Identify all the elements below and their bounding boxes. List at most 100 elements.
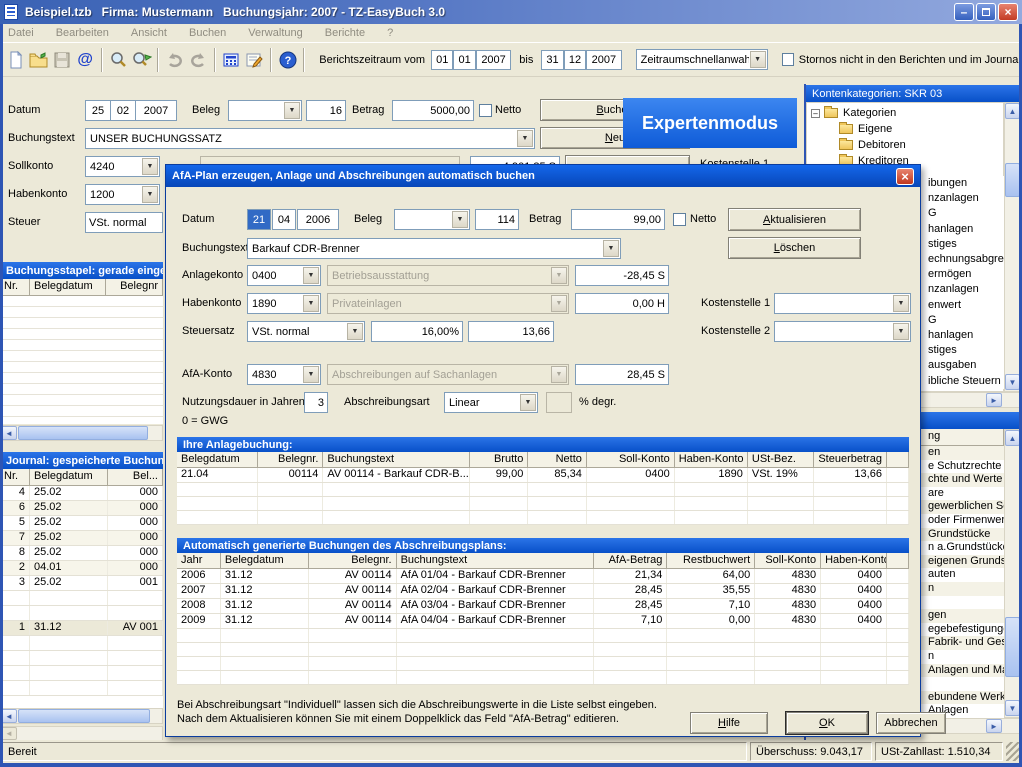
tree-item-partial[interactable]: G: [920, 313, 1004, 328]
tree-item-debitoren[interactable]: Debitoren: [839, 137, 1003, 153]
search-button[interactable]: [107, 47, 130, 72]
tree-item-partial[interactable]: G: [920, 206, 1004, 221]
resize-grip[interactable]: [1006, 742, 1020, 761]
scroll-right-icon[interactable]: ►: [986, 719, 1002, 733]
journal-col-beleg[interactable]: Bel...: [108, 469, 163, 485]
table-row[interactable]: 4 25.02 000: [0, 486, 163, 501]
menu-berichte[interactable]: Berichte: [325, 27, 365, 39]
dlg-datum-year-field[interactable]: 2006: [297, 209, 339, 230]
journal-hscrollbar[interactable]: ◄: [0, 708, 163, 724]
stack-col-belegnr[interactable]: Belegnr: [106, 279, 163, 295]
table-row-empty[interactable]: [177, 643, 909, 657]
expertenmodus-button[interactable]: Expertenmodus: [623, 98, 797, 148]
col-restbuchwert[interactable]: Restbuchwert: [667, 553, 755, 568]
dlg-buchungstext-combo[interactable]: Barkauf CDR-Brenner ▼: [247, 238, 621, 259]
beleg-combo[interactable]: ▼: [228, 100, 302, 121]
save-button[interactable]: [50, 47, 73, 72]
table-row-empty[interactable]: [177, 483, 909, 497]
afakonto-combo[interactable]: 4830 ▼: [247, 364, 321, 385]
col-steuerbetrag[interactable]: Steuerbetrag: [814, 452, 887, 467]
table-row-empty[interactable]: [0, 606, 163, 621]
table-row-empty[interactable]: [0, 651, 163, 666]
search-next-button[interactable]: [130, 47, 153, 72]
betrag-field[interactable]: 5000,00: [392, 100, 474, 121]
menu-bearbeiten[interactable]: Bearbeiten: [56, 27, 109, 39]
col-ustbez[interactable]: USt-Bez.: [748, 452, 814, 467]
period-from-month[interactable]: 01: [453, 50, 475, 70]
netto-checkbox[interactable]: [479, 104, 492, 117]
menu-datei[interactable]: Datei: [8, 27, 34, 39]
undo-button[interactable]: [163, 47, 186, 72]
tree-item-partial[interactable]: ibliche Steuern: [920, 374, 1004, 389]
beleg-nr-field[interactable]: 16: [306, 100, 346, 121]
dlg-datum-month-field[interactable]: 04: [272, 209, 296, 230]
table-row[interactable]: 2 04.01 000: [0, 561, 163, 576]
table-row-empty[interactable]: [177, 629, 909, 643]
menu-buchen[interactable]: Buchen: [189, 27, 226, 39]
menu-ansicht[interactable]: Ansicht: [131, 27, 167, 39]
accounts-vscrollbar-thumb[interactable]: [1005, 617, 1020, 677]
anlagekonto-combo[interactable]: 0400 ▼: [247, 265, 321, 286]
new-document-button[interactable]: [4, 47, 27, 72]
edit-note-button[interactable]: [243, 47, 266, 72]
close-button[interactable]: ×: [998, 3, 1018, 21]
hilfe-button[interactable]: Hilfe: [690, 712, 768, 734]
table-row-empty[interactable]: [0, 636, 163, 651]
col-habenkonto[interactable]: Haben-Konto: [821, 553, 887, 568]
tree-collapse-icon[interactable]: –: [811, 109, 820, 118]
datum-year-field[interactable]: 2007: [135, 100, 177, 121]
ok-button[interactable]: OK: [786, 712, 868, 734]
menu-verwaltung[interactable]: Verwaltung: [248, 27, 302, 39]
journal-outer-hscrollbar[interactable]: ◄: [0, 726, 163, 741]
col-sollkonto[interactable]: Soll-Konto: [755, 553, 821, 568]
tree-item-partial[interactable]: enwert: [920, 298, 1004, 313]
loeschen-button[interactable]: Löschen: [728, 237, 861, 259]
col-buchungstext[interactable]: Buchungstext: [323, 452, 469, 467]
table-row[interactable]: 2006 31.12 AV 00114 AfA 01/04 - Barkauf …: [177, 569, 909, 584]
tree-item-partial[interactable]: stiges: [920, 237, 1004, 252]
col-brutto[interactable]: Brutto: [470, 452, 529, 467]
dlg-netto-checkbox[interactable]: [673, 213, 686, 226]
nutzungsdauer-field[interactable]: 3: [304, 392, 328, 413]
table-row[interactable]: 3 25.02 001: [0, 576, 163, 591]
col-habenkonto[interactable]: Haben-Konto: [675, 452, 748, 467]
col-netto[interactable]: Netto: [528, 452, 587, 467]
email-button[interactable]: @: [74, 47, 97, 72]
steuersatz-combo[interactable]: VSt. normal ▼: [247, 321, 365, 342]
table-row[interactable]: 7 25.02 000: [0, 531, 163, 546]
menu-help[interactable]: ?: [387, 27, 393, 39]
table-row-selected[interactable]: 1 31.12 AV 001: [0, 621, 163, 636]
habenkonto-combo[interactable]: 1200 ▼: [85, 184, 160, 205]
period-to-month[interactable]: 12: [564, 50, 586, 70]
tree-item-partial[interactable]: stiges: [920, 343, 1004, 358]
aktualisieren-button[interactable]: Aktualisieren: [728, 208, 861, 231]
dlg-datum-day-field[interactable]: 21: [247, 209, 271, 230]
redo-button[interactable]: [186, 47, 209, 72]
table-row-empty[interactable]: [177, 657, 909, 671]
table-row[interactable]: 2007 31.12 AV 00114 AfA 02/04 - Barkauf …: [177, 584, 909, 599]
period-quick-select[interactable]: Zeitraumschnellanwahl ▼: [636, 49, 768, 70]
tree-item-partial[interactable]: nzanlagen: [920, 191, 1004, 206]
tree-item-eigene[interactable]: Eigene: [839, 121, 1003, 137]
kostenstelle2-combo[interactable]: ▼: [774, 321, 911, 342]
col-afa-betrag[interactable]: AfA-Betrag: [594, 553, 667, 568]
scroll-left-icon[interactable]: ◄: [1, 426, 17, 440]
stack-col-belegdatum[interactable]: Belegdatum: [30, 279, 106, 295]
table-row-empty[interactable]: [177, 511, 909, 525]
tree-item-partial[interactable]: hanlagen: [920, 328, 1004, 343]
dialog-close-button[interactable]: ×: [896, 168, 914, 185]
kostenstelle1-combo[interactable]: ▼: [774, 293, 911, 314]
buchungstext-combo[interactable]: UNSER BUCHUNGSSATZ ▼: [85, 128, 535, 149]
tree-item-partial[interactable]: ausgaben: [920, 358, 1004, 373]
tree-item-partial[interactable]: echnungsabgrer: [920, 252, 1004, 267]
table-row-empty[interactable]: [0, 666, 163, 681]
journal-col-nr[interactable]: Nr.: [0, 469, 30, 485]
table-row[interactable]: 5 25.02 000: [0, 516, 163, 531]
stornos-checkbox[interactable]: [782, 53, 794, 66]
col-belegnr[interactable]: Belegnr.: [309, 553, 397, 568]
table-row-empty[interactable]: [177, 497, 909, 511]
col-belegdatum[interactable]: Belegdatum: [221, 553, 309, 568]
period-to-year[interactable]: 2007: [586, 50, 621, 70]
journal-col-belegdatum[interactable]: Belegdatum: [30, 469, 108, 485]
table-row[interactable]: 8 25.02 000: [0, 546, 163, 561]
